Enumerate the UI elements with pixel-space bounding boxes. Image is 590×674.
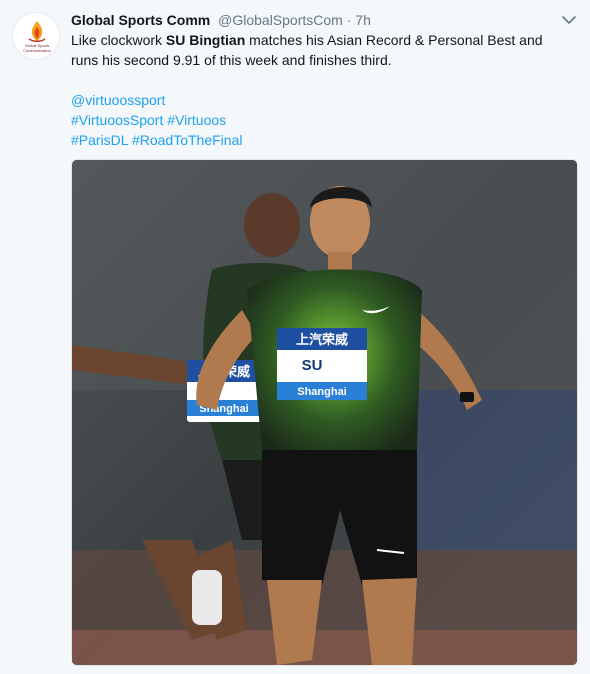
avatar[interactable]: Global Sports Communication	[12, 12, 60, 60]
hashtag-line-2[interactable]: #ParisDL #RoadToTheFinal	[71, 130, 571, 150]
display-name[interactable]: Global Sports Comm	[71, 12, 210, 28]
sprinters-photo: 上汽荣威 Shanghai	[72, 160, 577, 665]
tweet[interactable]: Global Sports Communication Global Sport…	[0, 0, 590, 674]
main-bib-city: Shanghai	[297, 386, 347, 398]
handle[interactable]: @GlobalSportsCom	[218, 12, 343, 28]
timestamp[interactable]: 7h	[355, 12, 371, 28]
tweet-photo[interactable]: 上汽荣威 Shanghai	[71, 159, 578, 666]
athlete-name: SU Bingtian	[165, 32, 246, 48]
separator: ·	[346, 12, 352, 28]
hashtag-line-1[interactable]: #VirtuoosSport #Virtuoos	[71, 110, 571, 130]
avatar-org-text: Global Sports Communication	[23, 43, 51, 53]
main-bib-name: SU	[302, 357, 323, 374]
tweet-header: Global Sports Comm @GlobalSportsCom · 7h	[71, 10, 371, 30]
main-bib-sponsor: 上汽荣威	[296, 332, 348, 348]
tweet-links: @virtuoossport #VirtuoosSport #Virtuoos …	[71, 90, 571, 150]
tweet-text-start: Like clockwork	[71, 32, 166, 48]
chevron-down-icon[interactable]	[561, 12, 577, 28]
tweet-text: Like clockwork SU Bingtian matches his A…	[71, 30, 571, 70]
mention-link[interactable]: @virtuoossport	[71, 90, 571, 110]
